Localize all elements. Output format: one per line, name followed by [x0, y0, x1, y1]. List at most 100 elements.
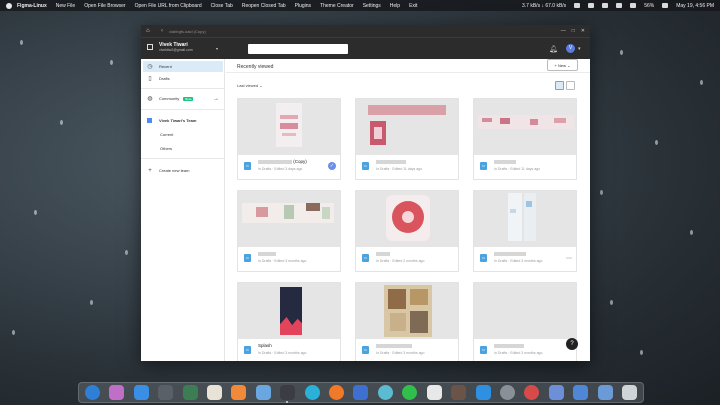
edge-icon[interactable] [304, 385, 320, 400]
sidebar-item-community[interactable]: ◍ Community Beta → [143, 93, 223, 104]
file-meta: In Drafts · Edited 3 months ago [494, 351, 543, 355]
menu-reopen-closed-tab[interactable]: Reopen Closed Tab [242, 3, 286, 9]
battery-icon[interactable] [630, 3, 637, 8]
file-thumbnail [238, 191, 340, 247]
documents-folder-icon[interactable] [597, 385, 613, 400]
minimize-icon[interactable]: — [561, 28, 566, 34]
tab-title[interactable]: clabbgfs.oaid (Copy) [169, 29, 206, 34]
file-card[interactable]: Fi In Drafts · Edited 3 months ago [355, 282, 459, 361]
list-view-icon[interactable] [566, 81, 575, 90]
user-switcher[interactable]: Vivek Tiwari vivektiw2@gmail.com ▾ [141, 38, 225, 58]
software-center-icon[interactable] [231, 385, 247, 400]
volume-icon[interactable] [616, 3, 623, 8]
figma-window: ⌂ ‹ clabbgfs.oaid (Copy) — □ ✕ 🔔︎ V ▾ Vi… [141, 25, 590, 361]
file-thumbnail [474, 283, 576, 339]
bluetooth-icon[interactable] [588, 3, 595, 8]
trash-icon[interactable] [621, 385, 637, 400]
notes-icon[interactable] [182, 385, 198, 400]
files-icon[interactable] [133, 385, 149, 400]
system-menubar: Figma-Linux New File Open File Browser O… [0, 0, 720, 11]
figma-icon[interactable] [280, 385, 296, 403]
close-icon[interactable]: ✕ [581, 28, 585, 34]
file-name: (Copy) [293, 159, 307, 164]
messenger-icon[interactable] [377, 385, 393, 400]
sidebar: Vivek Tiwari vivektiw2@gmail.com ▾ ◷ Rec… [141, 38, 225, 361]
file-card[interactable]: Fi In Drafts · Edited 3 months ago [237, 190, 341, 272]
terminal-icon[interactable] [158, 385, 174, 400]
wifi-icon[interactable] [602, 3, 609, 8]
divider [141, 109, 225, 110]
screenshot-icon[interactable] [109, 385, 125, 400]
divider [141, 88, 225, 89]
search-input[interactable] [248, 44, 348, 54]
firefox-icon[interactable] [329, 385, 345, 400]
sidebar-item-label: Recent [159, 64, 172, 69]
menu-plugins[interactable]: Plugins [295, 3, 311, 9]
sidebar-item-label: Current [160, 132, 174, 137]
calendar-icon[interactable] [207, 385, 223, 400]
file-card[interactable]: Fi In Drafts · Edited 3 months ago ⋯ [473, 190, 577, 272]
sidebar-item-current[interactable]: Current [143, 129, 223, 140]
cat-app-icon[interactable] [451, 385, 467, 400]
menu-help[interactable]: Help [390, 3, 400, 9]
file-card[interactable]: Fi In Drafts · Edited 11 days ago [473, 98, 577, 180]
notification-bell-icon[interactable]: 🔔︎ [549, 45, 558, 53]
sidebar-item-others[interactable]: Others [143, 143, 223, 154]
file-thumbnail [474, 99, 576, 155]
file-name: Splash [258, 343, 272, 348]
menu-settings[interactable]: Settings [363, 3, 381, 9]
menu-app-name[interactable]: Figma-Linux [17, 3, 47, 9]
file-meta: In Drafts · Edited 3 months ago [258, 351, 307, 355]
sidebar-item-recent[interactable]: ◷ Recent [143, 61, 223, 72]
color-picker-icon[interactable] [524, 385, 540, 400]
home-icon[interactable]: ⌂ [146, 28, 152, 34]
file-card[interactable]: Fi In Drafts · Edited 2 months ago [355, 190, 459, 272]
file-meta: In Drafts · Edited 11 days ago [494, 167, 541, 171]
sidebar-item-label: Vivek Tiwari's Team [159, 118, 197, 123]
sidebar-item-drafts[interactable]: ▯ Drafts [143, 73, 223, 84]
mail-icon[interactable] [255, 385, 271, 400]
grid-view-icon[interactable] [555, 81, 564, 90]
file-meta: In Drafts · Edited 3 months ago [494, 259, 543, 263]
beta-badge: Beta [183, 96, 194, 101]
vscode-icon[interactable] [475, 385, 491, 400]
settings-gear-icon[interactable] [499, 385, 515, 400]
file-card[interactable]: Fi Splash In Drafts · Edited 3 months ag… [237, 282, 341, 361]
sort-dropdown[interactable]: Last viewed ⌄ [237, 83, 263, 88]
control-center-icon[interactable] [662, 3, 669, 8]
menu-exit[interactable]: Exit [409, 3, 417, 9]
arrow-right-icon: → [213, 95, 219, 102]
menu-new-file[interactable]: New File [56, 3, 75, 9]
finder-icon[interactable] [353, 385, 369, 400]
more-options-icon[interactable]: ⋯ [566, 255, 572, 262]
menu-theme-creator[interactable]: Theme Creator [320, 3, 354, 9]
create-team-button[interactable]: + Create new team [143, 165, 223, 176]
menu-open-file-browser[interactable]: Open File Browser [84, 3, 125, 9]
check-icon: ✓ [328, 162, 336, 170]
file-thumbnail [238, 99, 340, 155]
new-button[interactable]: + New ⌄ [547, 59, 578, 71]
file-card[interactable]: Fi In Drafts · Edited 11 days ago [355, 98, 459, 180]
music-icon[interactable] [574, 3, 581, 8]
slack-icon[interactable] [426, 385, 442, 400]
help-button[interactable]: ? [566, 338, 578, 350]
back-icon[interactable]: ‹ [161, 28, 163, 34]
file-meta: In Drafts · Edited 3 months ago [258, 259, 307, 263]
downloads-folder-icon[interactable] [573, 385, 589, 400]
folder-icon[interactable] [548, 385, 564, 400]
avatar[interactable]: V [566, 44, 575, 53]
sidebar-item-team[interactable]: Vivek Tiwari's Team [143, 115, 223, 126]
apple-logo-icon[interactable] [6, 2, 12, 9]
figma-file-icon: Fi [362, 346, 369, 354]
maximize-icon[interactable]: □ [572, 28, 575, 34]
user-email: vivektiw2@gmail.com [159, 48, 193, 52]
whatsapp-icon[interactable] [402, 385, 418, 400]
clock[interactable]: May 19, 4:56 PM [676, 3, 714, 9]
file-thumbnail [356, 283, 458, 339]
chevron-down-icon[interactable]: ▾ [578, 46, 581, 52]
file-card[interactable]: Fi In Drafts · Edited 3 months ago [473, 282, 577, 361]
menu-close-tab[interactable]: Close Tab [211, 3, 233, 9]
kde-icon[interactable] [85, 385, 100, 400]
menu-open-file-url[interactable]: Open File URL from Clipboard [135, 3, 202, 9]
file-card[interactable]: Fi (Copy) In Drafts · Edited 3 days ago … [237, 98, 341, 180]
